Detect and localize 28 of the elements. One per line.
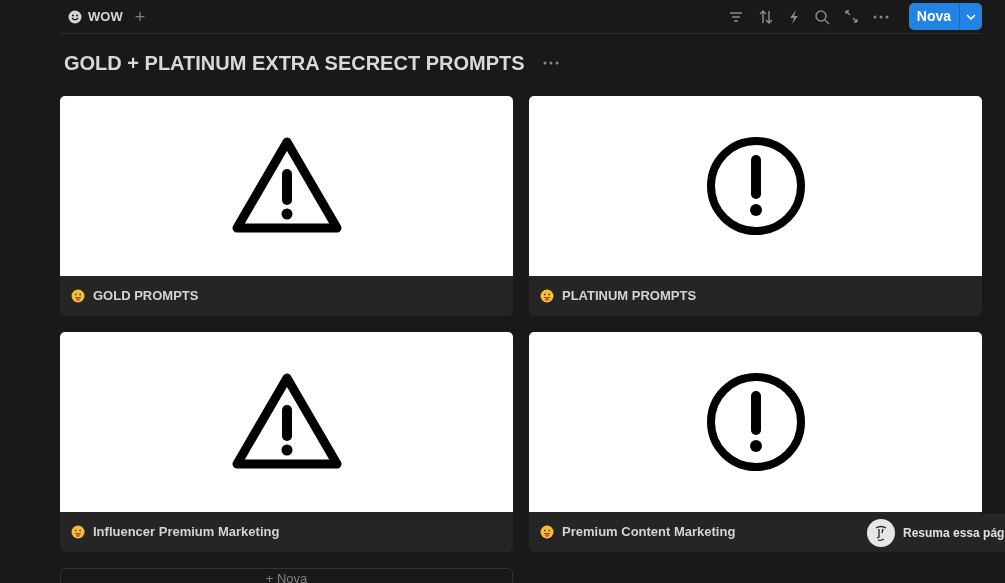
gallery-card[interactable]: Influencer Premium Marketing [60,332,513,552]
sort-icon[interactable] [757,8,774,25]
warning-icon [230,372,343,472]
search-icon[interactable] [813,8,830,25]
exclamation-circle-icon [705,372,806,472]
emoji-icon [540,525,554,539]
card-title: Premium Content Marketing [562,523,736,542]
gallery-card[interactable]: PLATINUM PROMPTS [529,96,982,316]
emoji-icon [540,289,554,303]
new-card-button[interactable]: + Nova [60,568,513,583]
card-title: GOLD PROMPTS [93,287,199,306]
page-title: GOLD + PLATINUM EXTRA SECRECT PROMPTS [64,51,525,76]
card-title: Influencer Premium Marketing [93,523,280,542]
expand-icon[interactable] [843,9,859,24]
exclamation-circle-icon [705,136,806,236]
add-view-button[interactable]: + [134,7,146,26]
assistant-face-icon [867,519,895,547]
smiley-icon [68,9,82,24]
filter-icon[interactable] [727,9,744,24]
emoji-icon [71,289,85,303]
emoji-icon [71,525,85,539]
gallery-card[interactable]: GOLD PROMPTS [60,96,513,316]
more-icon[interactable] [872,14,889,19]
warning-icon [230,136,343,236]
view-tab[interactable]: WOW [68,6,123,27]
more-icon[interactable] [542,61,559,65]
card-title: PLATINUM PROMPTS [562,287,697,306]
chevron-down-icon [966,13,976,20]
